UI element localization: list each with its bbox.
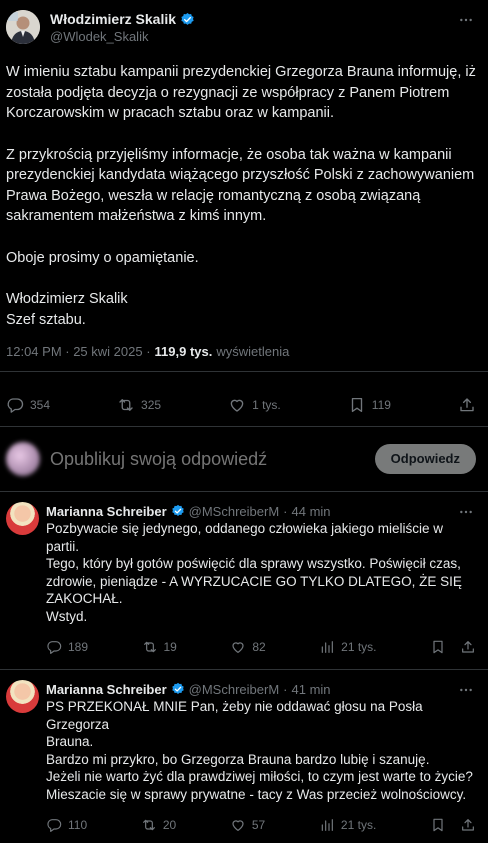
reply-count: 110 [68,818,88,832]
views-count: 21 tys. [341,640,377,654]
separator-dot: · [283,503,288,519]
reply-author-name[interactable]: Marianna Schreiber [46,682,167,697]
share-action[interactable] [458,396,476,414]
post-paragraph: W imieniu sztabu kampanii prezydenckiej … [6,64,476,121]
reply-author-handle[interactable]: @MSchreiberM [189,504,280,519]
author-handle[interactable]: @Wlodek_Skalik [50,29,476,44]
post-paragraph: Oboje prosimy o opamiętanie. [6,249,199,266]
reply-action[interactable]: 354 [6,396,50,414]
reply-actions: 189 19 82 21 tys. [46,629,476,665]
reply-line: Wstyd. [46,608,88,624]
reply-avatar[interactable] [6,680,39,713]
reply-line: Jeżeli nie warto żyć dla prawdziwej miło… [46,769,473,784]
bookmark-icon[interactable] [430,817,446,833]
views-icon [319,817,335,833]
repost-action[interactable]: 20 [141,817,176,833]
reply-count: 354 [30,398,51,412]
reply-item[interactable]: Marianna Schreiber @MSchreiberM · 41 min… [0,670,488,843]
reply-line: Brauna. [46,734,94,749]
author-avatar[interactable] [6,10,40,44]
main-post: Włodzimierz Skalik @Wlodek_Skalik W imie… [0,0,488,359]
reply-author-name[interactable]: Marianna Schreiber [46,504,167,519]
reply-item[interactable]: Marianna Schreiber @MSchreiberM · 44 min… [0,492,488,665]
more-icon[interactable] [458,12,474,28]
bookmark-count: 119 [371,398,391,412]
reply-icon [46,639,62,655]
like-icon [228,396,246,414]
reply-icon [6,396,24,414]
reply-actions: 110 20 57 21 tys. [46,807,476,843]
reply-time[interactable]: 44 min [292,504,331,519]
bookmark-icon[interactable] [430,639,446,655]
like-count: 1 tys. [252,398,281,412]
reply-line: Bardzo mi przykro, bo Grzegorza Brauna b… [46,751,430,767]
like-action[interactable]: 57 [230,817,265,833]
like-icon [230,639,246,655]
repost-action[interactable]: 325 [117,396,161,414]
views-action[interactable]: 21 tys. [319,639,377,655]
signature-name: Włodzimierz Skalik [6,291,128,307]
post-signature: Włodzimierz Skalik Szef sztabu. [6,289,476,330]
reply-icon [46,817,62,833]
share-icon[interactable] [460,639,476,655]
share-icon[interactable] [460,817,476,833]
views-icon [319,639,335,655]
reply-button[interactable]: Odpowiedz [374,444,476,474]
like-count: 82 [252,640,266,654]
post-paragraph: Z przykrością przyjęliśmy informacje, że… [6,146,475,225]
reply-secondary-actions [430,817,476,833]
user-avatar [6,442,40,476]
reply-text: Pozbywacie się jedynego, oddanego człowi… [46,520,476,625]
reply-line: Mieszacie się w sprawy prywatne - tacy z… [46,786,467,802]
reply-line: Pozbywacie się jedynego, oddanego człowi… [46,521,443,554]
like-action[interactable]: 1 tys. [228,396,281,414]
verified-badge-icon [180,12,195,27]
post-header: Włodzimierz Skalik @Wlodek_Skalik [6,10,476,44]
reply-input[interactable] [48,447,375,471]
like-action[interactable]: 82 [230,639,266,655]
reply-line: ZAKOCHAŁ. [46,591,123,606]
verified-badge-icon [171,504,185,518]
reply-line: PS PRZEKONAŁ MNIE Pan, żeby nie oddawać … [46,699,423,732]
reply-time[interactable]: 41 min [292,682,331,697]
reply-secondary-actions [430,639,476,655]
bookmark-icon [348,396,366,414]
share-icon [458,396,476,414]
repost-count: 20 [162,818,177,832]
signature-title: Szef sztabu. [6,311,86,328]
repost-count: 19 [163,640,177,654]
repost-icon [142,639,158,655]
bookmark-action[interactable]: 119 [348,396,391,414]
verified-badge-icon [171,682,185,696]
author-name[interactable]: Włodzimierz Skalik [50,11,176,27]
post-timestamp[interactable]: 12:04 PM · 25 kwi 2025 · [6,344,151,359]
post-text: W imieniu sztabu kampanii prezydenckiej … [6,62,476,330]
reply-line: zdrowie, pieniądze - A WYRZUCACIE GO TYL… [46,573,462,589]
views-action[interactable]: 21 tys. [319,817,376,833]
reply-action[interactable]: 110 [46,817,87,833]
repost-icon [117,396,135,414]
like-count: 57 [251,818,266,832]
like-icon [230,817,246,833]
more-icon[interactable] [458,504,474,520]
repost-count: 325 [141,398,162,412]
views-count: 21 tys. [340,818,377,832]
views-count: 119,9 tys. [154,344,213,359]
repost-icon [141,817,157,833]
separator-dot: · [283,681,288,697]
reply-line: Tego, który był gotów poświęcić dla spra… [46,556,461,571]
reply-count: 189 [68,640,89,654]
reply-author-handle[interactable]: @MSchreiberM [189,682,280,697]
post-meta: 12:04 PM · 25 kwi 2025 · 119,9 tys. wyśw… [6,344,476,359]
post-actions: 354 325 1 tys. 119 [0,384,488,426]
reply-avatar[interactable] [6,502,39,535]
repost-action[interactable]: 19 [142,639,177,655]
reply-composer: Odpowiedz [0,427,488,491]
divider [0,371,488,372]
views-label: wyświetlenia [216,344,290,359]
reply-action[interactable]: 189 [46,639,88,655]
reply-text: PS PRZEKONAŁ MNIE Pan, żeby nie oddawać … [46,698,476,803]
more-icon[interactable] [458,682,474,698]
